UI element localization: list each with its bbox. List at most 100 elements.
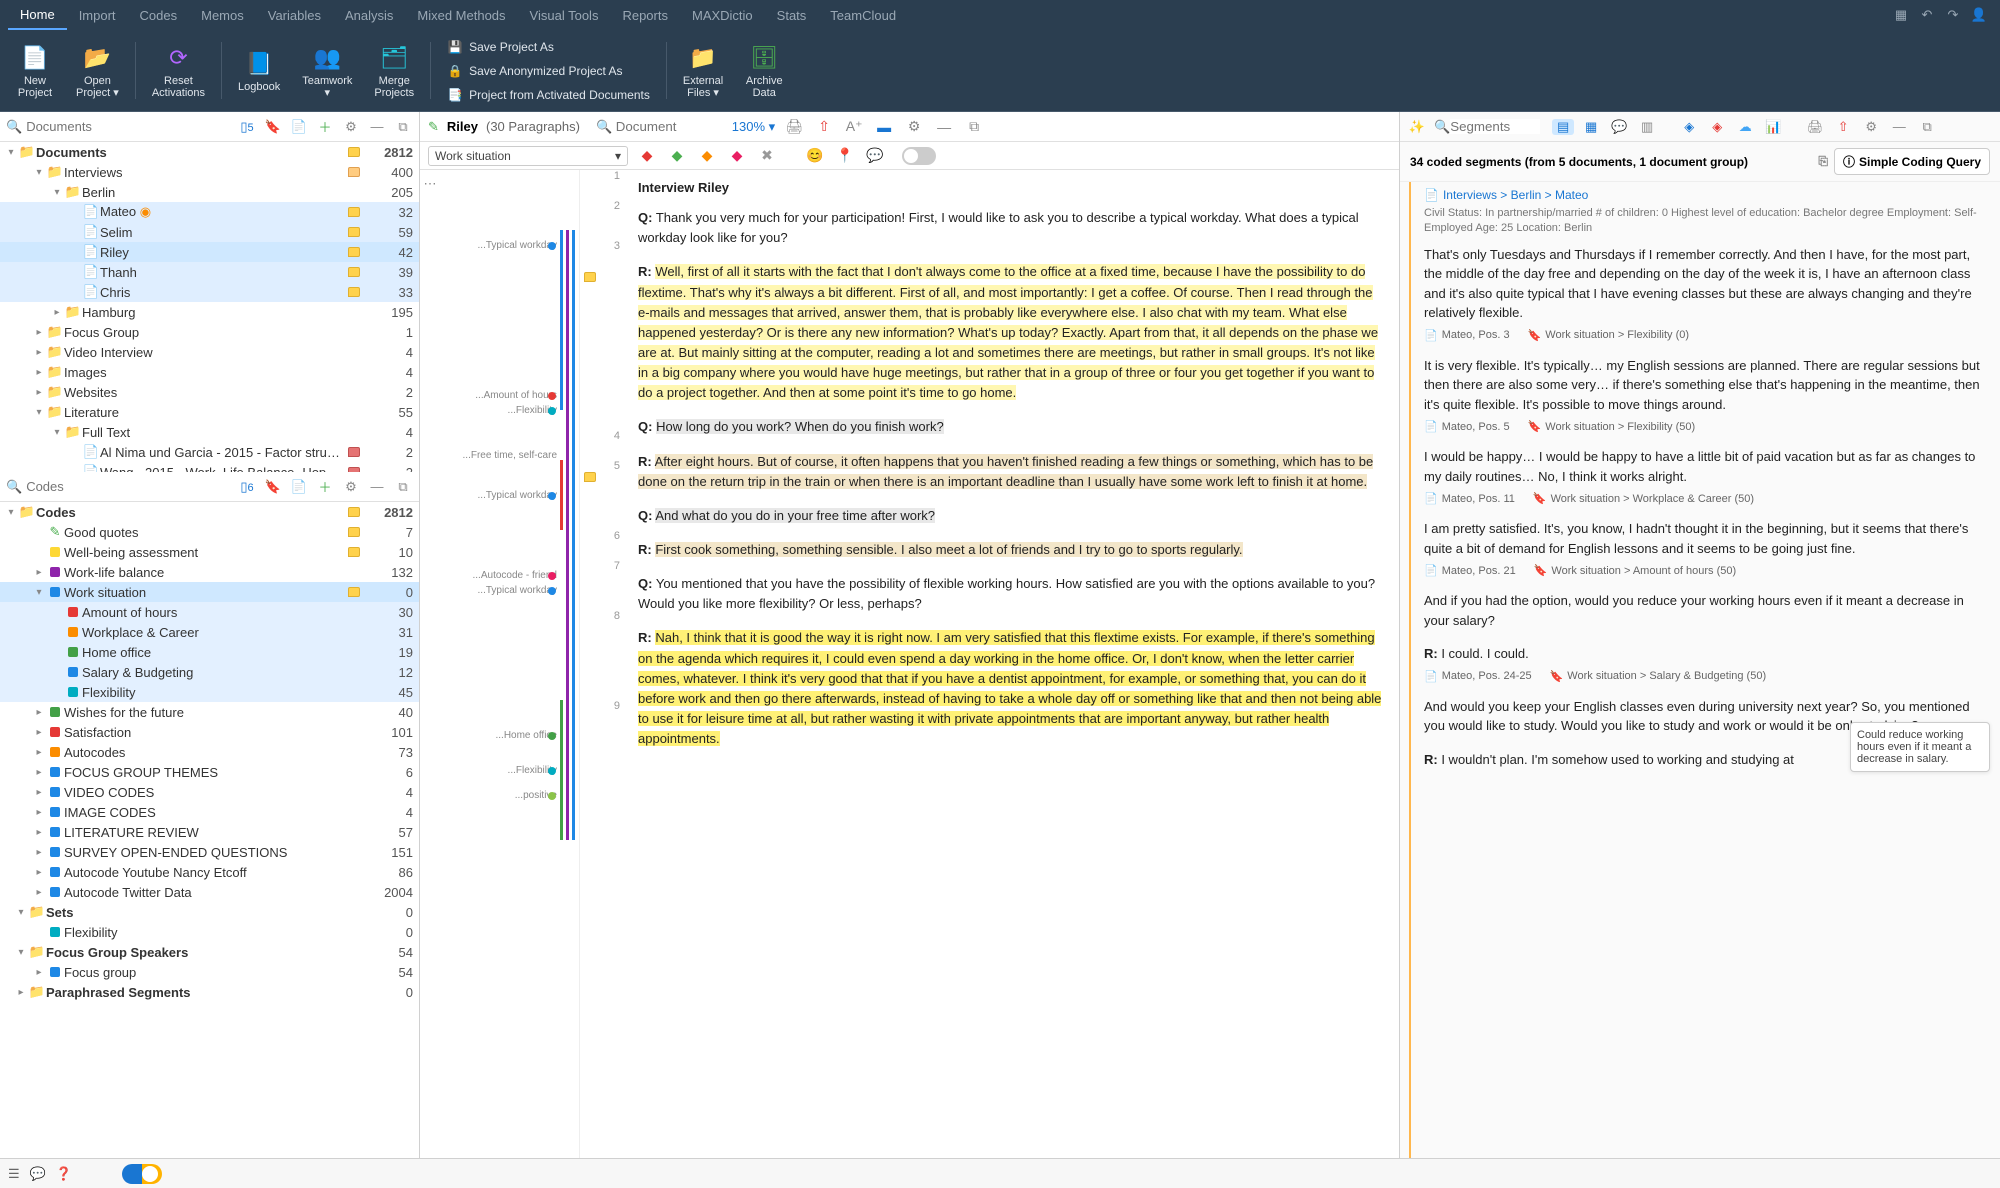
docs-add-icon[interactable]: ＋ xyxy=(315,117,335,136)
menu-reports[interactable]: Reports xyxy=(610,2,680,29)
menu-visual[interactable]: Visual Tools xyxy=(518,2,611,29)
seg-c2-icon[interactable]: ◈ xyxy=(1706,119,1728,135)
codes-badge[interactable]: ▯6 xyxy=(237,479,257,495)
teamwork-button[interactable]: 👥Teamwork▾ xyxy=(292,34,362,107)
docs-tag-icon[interactable]: 🔖 xyxy=(263,119,283,135)
menu-maxdictio[interactable]: MAXDictio xyxy=(680,2,765,29)
print-icon[interactable]: 🖨 xyxy=(783,118,805,135)
emo-pink[interactable]: ◆ xyxy=(726,147,748,164)
tree-item[interactable]: ▸📁Paraphrased Segments0 xyxy=(0,982,419,1002)
tree-item[interactable]: ▸LITERATURE REVIEW57 xyxy=(0,822,419,842)
emoji-pin[interactable]: 📍 xyxy=(834,147,856,164)
tree-item[interactable]: ▸Work-life balance132 xyxy=(0,562,419,582)
codes-gear-icon[interactable]: ⚙ xyxy=(341,479,361,495)
emoji-comment[interactable]: 💬 xyxy=(864,147,886,164)
tree-item[interactable]: ▾📁Interviews400 xyxy=(0,162,419,182)
segment-item[interactable]: I am pretty satisfied. It's, you know, I… xyxy=(1424,519,1990,577)
menu-mixed[interactable]: Mixed Methods xyxy=(405,2,517,29)
docs-pop-icon[interactable]: ⧉ xyxy=(393,119,413,135)
seg-list-icon[interactable]: ▤ xyxy=(1552,119,1574,135)
seg-cloud-icon[interactable]: ☁ xyxy=(1734,119,1756,135)
segment-item[interactable]: And if you had the option, would you red… xyxy=(1424,591,1990,630)
menu-variables[interactable]: Variables xyxy=(256,2,333,29)
seg-comment-icon[interactable]: 💬 xyxy=(1608,119,1630,135)
open-project-button[interactable]: 📂OpenProject ▾ xyxy=(66,34,129,107)
docs-min-icon[interactable]: — xyxy=(367,119,387,134)
codes-add-icon[interactable]: ＋ xyxy=(315,477,335,496)
tree-item[interactable]: ▸📁Websites2 xyxy=(0,382,419,402)
codes-search[interactable]: 🔍 xyxy=(6,479,136,495)
seg-table-icon[interactable]: ▦ xyxy=(1580,119,1602,135)
tree-item[interactable]: ▸📁Hamburg195 xyxy=(0,302,419,322)
tree-item[interactable]: 📄Thanh39 xyxy=(0,262,419,282)
tree-item[interactable]: ▸Wishes for the future40 xyxy=(0,702,419,722)
segment-item[interactable]: R: I could. I could.📄Mateo, Pos. 24-25🔖W… xyxy=(1424,644,1990,683)
segment-item[interactable]: That's only Tuesdays and Thursdays if I … xyxy=(1424,245,1990,342)
seg-chart-icon[interactable]: 📊 xyxy=(1762,119,1784,135)
emo-red[interactable]: ◆ xyxy=(636,147,658,164)
paragraph[interactable]: R: After eight hours. But of course, it … xyxy=(638,452,1385,492)
status-toggle[interactable] xyxy=(122,1164,162,1184)
seg-grid-icon[interactable]: ▥ xyxy=(1636,119,1658,135)
tree-item[interactable]: ▸📁Images4 xyxy=(0,362,419,382)
tree-root[interactable]: ▾📁Codes2812 xyxy=(0,502,419,522)
tree-item[interactable]: Salary & Budgeting12 xyxy=(0,662,419,682)
doc-search[interactable]: 🔍 xyxy=(596,119,716,135)
docs-doc-icon[interactable]: 📄 xyxy=(289,119,309,135)
segments-list[interactable]: 📄Interviews > Berlin > MateoCivil Status… xyxy=(1420,182,2000,1158)
logbook-button[interactable]: 📘Logbook xyxy=(228,34,290,107)
codes-min-icon[interactable]: — xyxy=(367,479,387,494)
doc-min-icon[interactable]: — xyxy=(933,119,955,135)
paragraph[interactable]: R: Well, first of all it starts with the… xyxy=(638,262,1385,403)
emo-orange[interactable]: ◆ xyxy=(696,147,718,164)
tree-item[interactable]: Flexibility45 xyxy=(0,682,419,702)
status-menu-icon[interactable]: ☰ xyxy=(8,1166,20,1182)
tree-item[interactable]: Amount of hours30 xyxy=(0,602,419,622)
tree-item[interactable]: ▸Satisfaction101 xyxy=(0,722,419,742)
menu-analysis[interactable]: Analysis xyxy=(333,2,405,29)
segments-search[interactable]: 🔍 xyxy=(1434,119,1540,135)
tree-item[interactable]: Well-being assessment10 xyxy=(0,542,419,562)
status-chat-icon[interactable]: 💬 xyxy=(30,1166,46,1182)
codes-doc-icon[interactable]: 📄 xyxy=(289,479,309,495)
codes-pop-icon[interactable]: ⧉ xyxy=(393,479,413,495)
paragraph[interactable]: R: First cook something, something sensi… xyxy=(638,540,1385,560)
tree-item[interactable]: Flexibility0 xyxy=(0,922,419,942)
tree-item[interactable]: 📄Chris33 xyxy=(0,282,419,302)
seg-pop-icon[interactable]: ⧉ xyxy=(1916,119,1938,135)
save-project-as[interactable]: 💾Save Project As xyxy=(443,37,654,57)
paragraph[interactable]: Q: And what do you do in your free time … xyxy=(638,506,1385,526)
tree-item[interactable]: ▾📁Literature55 xyxy=(0,402,419,422)
seg-wand-icon[interactable]: ✨ xyxy=(1406,119,1428,135)
simple-coding-query-button[interactable]: ⓘSimple Coding Query xyxy=(1834,148,1990,175)
seg-sort-icon[interactable]: ⎘ xyxy=(1818,154,1828,169)
tree-item[interactable]: ✎Good quotes7 xyxy=(0,522,419,542)
menu-teamcloud[interactable]: TeamCloud xyxy=(818,2,908,29)
seg-print-icon[interactable]: 🖨 xyxy=(1804,119,1826,135)
tree-item[interactable]: 📄Al Nima und Garcia - 2015 - Factor stru… xyxy=(0,442,419,462)
display-toggle[interactable] xyxy=(902,147,936,165)
tree-item[interactable]: ▾📁Berlin205 xyxy=(0,182,419,202)
archive-data-button[interactable]: 🗄ArchiveData xyxy=(735,34,793,107)
tree-item[interactable]: ▸Focus group54 xyxy=(0,962,419,982)
documents-tree[interactable]: ▾📁Documents2812▾📁Interviews400▾📁Berlin20… xyxy=(0,142,419,472)
document-text[interactable]: Interview RileyQ: Thank you very much fo… xyxy=(624,170,1399,1158)
tree-item[interactable]: 📄Selim59 xyxy=(0,222,419,242)
format-icon[interactable]: A⁺ xyxy=(843,118,865,135)
tree-item[interactable]: ▾📁Full Text4 xyxy=(0,422,419,442)
seg-gear-icon[interactable]: ⚙ xyxy=(1860,119,1882,135)
tree-item[interactable]: 📄Riley42 xyxy=(0,242,419,262)
new-project-button[interactable]: 📄NewProject xyxy=(6,34,64,107)
merge-projects-button[interactable]: 🗂MergeProjects xyxy=(364,34,424,107)
docs-gear-icon[interactable]: ⚙ xyxy=(341,119,361,135)
export-icon[interactable]: ⇧ xyxy=(813,118,835,135)
tree-item[interactable]: ▸IMAGE CODES4 xyxy=(0,802,419,822)
segment-item[interactable]: I would be happy… I would be happy to ha… xyxy=(1424,447,1990,505)
tree-item[interactable]: ▸Autocodes73 xyxy=(0,742,419,762)
project-from-activated[interactable]: 📑Project from Activated Documents xyxy=(443,85,654,105)
undo-icon[interactable]: ↶ xyxy=(1914,7,1940,23)
tree-item[interactable]: ▸FOCUS GROUP THEMES6 xyxy=(0,762,419,782)
docs-badge[interactable]: ▯5 xyxy=(237,119,257,135)
tree-item[interactable]: ▸Autocode Twitter Data2004 xyxy=(0,882,419,902)
seg-min-icon[interactable]: — xyxy=(1888,119,1910,134)
